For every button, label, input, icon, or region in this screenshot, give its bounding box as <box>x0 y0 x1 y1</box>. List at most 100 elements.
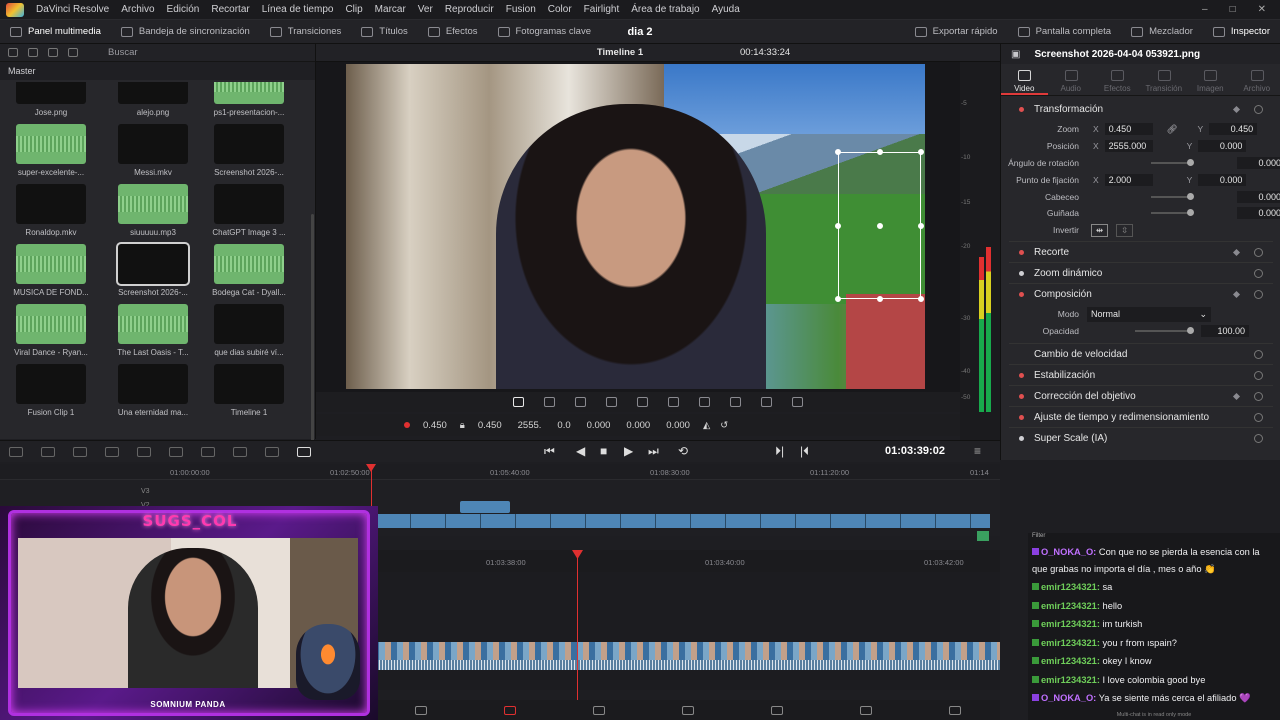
media-clip[interactable]: Bodega Cat - Dyall... <box>206 244 292 297</box>
transform-handle[interactable] <box>835 149 841 155</box>
keyframe-icon[interactable] <box>1232 392 1241 400</box>
keyframe-icon[interactable] <box>1232 105 1241 113</box>
lock-icon[interactable]: 🔒︎ <box>460 420 465 431</box>
panel-multimedia-button[interactable]: Panel multimedia <box>0 20 111 44</box>
media-clip[interactable]: super-excelente-... <box>8 124 94 177</box>
keyframe-dot-icon[interactable] <box>404 422 410 428</box>
play-icon[interactable]: ▶ <box>624 444 633 458</box>
timeline-menu-icon[interactable]: ≡ <box>974 444 981 458</box>
media-clip[interactable]: que dias subiré ví... <box>206 304 292 357</box>
fusion-overlay-icon[interactable] <box>668 397 679 407</box>
enable-dot-icon[interactable] <box>1019 270 1024 276</box>
tab-audio[interactable]: Audio <box>1048 64 1095 95</box>
fullscreen-button[interactable]: Pantalla completa <box>1008 20 1122 44</box>
enable-dot-icon[interactable] <box>1019 393 1024 399</box>
timeline-video-track[interactable] <box>376 514 990 528</box>
effects-button[interactable]: Efectos <box>418 20 488 44</box>
bar-zoom-x[interactable]: 0.450 <box>420 420 450 431</box>
menu-ver[interactable]: Ver <box>412 4 439 15</box>
bar-zoom-y[interactable]: 0.450 <box>475 420 505 431</box>
enable-dot-icon[interactable] <box>1019 414 1024 420</box>
mark-in-icon[interactable]: ⏵| <box>775 444 784 459</box>
reset-icon[interactable] <box>1254 268 1263 278</box>
reset-icon[interactable]: ↺ <box>720 420 728 431</box>
transform-icon[interactable] <box>513 397 524 407</box>
reset-icon[interactable] <box>1254 433 1263 443</box>
reset-icon[interactable] <box>1254 412 1263 422</box>
inspector-button[interactable]: Inspector <box>1203 20 1280 44</box>
link-icon[interactable]: 🔗︎ <box>1153 124 1192 135</box>
menu-ayuda[interactable]: Ayuda <box>706 4 746 15</box>
reverse-icon[interactable]: ◀ <box>576 444 585 458</box>
media-clip[interactable]: Una eternidad ma... <box>110 364 196 417</box>
tab-efectos[interactable]: Efectos <box>1094 64 1141 95</box>
audio-overlay-icon[interactable] <box>761 397 772 407</box>
transform-handle[interactable] <box>877 223 883 229</box>
tab-imagen[interactable]: Imagen <box>1187 64 1234 95</box>
transform-handle[interactable] <box>918 149 924 155</box>
timeline-ruler-bottom[interactable]: 01:03:38:00 01:03:40:00 01:03:42:00 <box>376 550 1000 572</box>
tab-transicion[interactable]: Transición <box>1141 64 1188 95</box>
posicion-x-field[interactable]: 2555.000 <box>1104 140 1153 152</box>
media-clip[interactable]: Ronaldop.mkv <box>8 184 94 237</box>
video-clip-filmstrip[interactable] <box>376 642 1000 660</box>
chat-username[interactable]: emir1234321: <box>1041 656 1100 666</box>
media-clip[interactable]: Screenshot 2026-... <box>110 242 196 297</box>
posicion-y-field[interactable]: 0.000 <box>1198 140 1247 152</box>
cabeceo-slider[interactable] <box>1151 193 1194 200</box>
angulo-field[interactable]: 0.000 <box>1237 157 1280 169</box>
search-input[interactable]: Buscar <box>108 47 138 58</box>
media-clip[interactable]: MUSICA DE FOND... <box>8 244 94 297</box>
reset-icon[interactable] <box>1254 349 1263 359</box>
section-transformacion[interactable]: Transformación <box>1009 99 1273 119</box>
menu-edicion[interactable]: Edición <box>161 4 206 15</box>
menu-area-de-trabajo[interactable]: Área de trabajo <box>625 4 705 15</box>
transform-handle[interactable] <box>877 296 883 302</box>
media-page-icon[interactable] <box>414 705 427 715</box>
reset-icon[interactable] <box>1254 370 1263 380</box>
sort-icon[interactable] <box>28 48 38 57</box>
bar-rotation[interactable]: 0.000 <box>584 420 614 431</box>
chat-username[interactable]: O_NOKA_O: <box>1041 547 1096 557</box>
media-clip[interactable]: Timeline 1 <box>206 364 292 417</box>
flip-vertical-icon[interactable]: ⇳ <box>1116 223 1134 237</box>
timeline-options-icon[interactable] <box>297 446 311 457</box>
smart-reframe-icon[interactable] <box>699 397 710 407</box>
opacity-icon[interactable] <box>606 397 617 407</box>
app-name[interactable]: DaVinci Resolve <box>30 4 115 15</box>
timeline-marker[interactable] <box>977 531 989 541</box>
transitions-button[interactable]: Transiciones <box>260 20 352 44</box>
inspector-pin-icon[interactable]: ▣ <box>1011 49 1020 60</box>
ripple-icon[interactable] <box>233 446 247 457</box>
keyframes-button[interactable]: Fotogramas clave <box>488 20 602 44</box>
tab-archivo[interactable]: Archivo <box>1234 64 1280 95</box>
enable-dot-icon[interactable] <box>1019 291 1024 297</box>
replace-icon[interactable] <box>137 446 151 457</box>
media-clip[interactable]: Screenshot 2026-... <box>206 124 292 177</box>
mixer-button[interactable]: Mezclador <box>1121 20 1203 44</box>
cut-page-icon[interactable] <box>503 705 516 715</box>
section-estabilizacion[interactable]: Estabilización <box>1009 365 1273 385</box>
stop-icon[interactable]: ■ <box>600 444 607 458</box>
power-window-icon[interactable] <box>637 397 648 407</box>
chat-username[interactable]: O_NOKA_O: <box>1041 693 1096 703</box>
overwrite-icon[interactable] <box>105 446 119 457</box>
menu-fairlight[interactable]: Fairlight <box>578 4 626 15</box>
section-super-scale[interactable]: Super Scale (IA) <box>1009 428 1273 448</box>
chat-username[interactable]: emir1234321: <box>1041 638 1100 648</box>
enable-dot-icon[interactable] <box>1019 106 1024 112</box>
media-pool-scrollbar[interactable] <box>311 214 314 454</box>
chat-username[interactable]: emir1234321: <box>1041 675 1100 685</box>
chat-filter[interactable]: Filter <box>1028 533 1280 543</box>
menu-marcar[interactable]: Marcar <box>369 4 412 15</box>
fairlight-page-icon[interactable] <box>860 705 873 715</box>
section-zoom-dinamico[interactable]: Zoom dinámico <box>1009 263 1273 283</box>
video-frame[interactable] <box>346 64 925 389</box>
media-clip[interactable]: ps1-presentacion-... <box>206 82 292 117</box>
bar-pos-y[interactable]: 0.0 <box>554 420 573 431</box>
insert-icon[interactable] <box>73 446 87 457</box>
skip-to-end-icon[interactable]: ⏭ <box>648 444 659 459</box>
reset-icon[interactable] <box>1254 104 1263 114</box>
filter-icon[interactable] <box>68 48 78 57</box>
chat-username[interactable]: emir1234321: <box>1041 601 1100 611</box>
